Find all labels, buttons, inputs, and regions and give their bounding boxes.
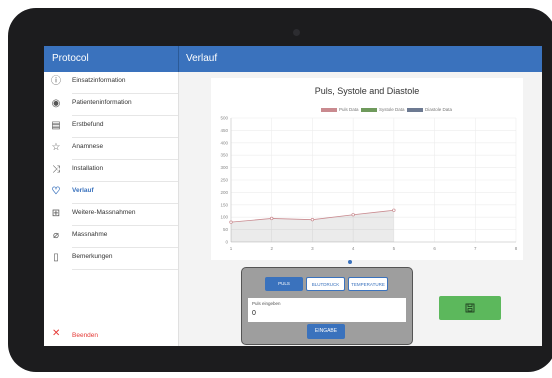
sidebar: ⓘ Einsatzinformation ◉ Patienteninformat… <box>44 72 179 346</box>
sidebar-item-label: Weitere-Massnahmen <box>72 209 136 216</box>
sidebar-header: Protocol <box>44 46 179 72</box>
save-icon <box>465 303 475 313</box>
y-tick-label: 500 <box>220 116 228 121</box>
sidebar-item-label: Anamnese <box>72 143 104 150</box>
sidebar-item-label: Verlauf <box>72 187 94 194</box>
plus-box-icon: ⊞ <box>51 208 61 219</box>
y-tick-label: 400 <box>220 140 228 145</box>
sidebar-item-installation[interactable]: ⤨ Installation <box>44 160 178 182</box>
chart-card: Puls, Systole and Diastole Puls Data Sys… <box>211 78 523 260</box>
divider <box>72 269 178 270</box>
sidebar-item-label: Erstbefund <box>72 121 104 128</box>
legend-item-puls: Puls Data <box>321 107 359 112</box>
data-point <box>229 220 233 224</box>
y-tick-label: 200 <box>220 190 228 195</box>
tab-puls[interactable]: PULS <box>265 277 303 291</box>
sidebar-item-label: Einsatzinformation <box>72 77 126 84</box>
exit-label: Beenden <box>72 332 99 339</box>
x-tick-label: 3 <box>311 246 314 251</box>
line-chart: 0 50 100 150 200 250 300 350 400 450 500 1 2 3 4 5 6 7 8 <box>220 116 518 252</box>
y-tick-label: 350 <box>220 153 228 158</box>
sidebar-item-patienteninformation[interactable]: ◉ Patienteninformation <box>44 94 178 116</box>
legend-swatch <box>321 107 337 112</box>
y-tick-label: 300 <box>220 165 228 170</box>
y-tick-label: 0 <box>225 240 228 245</box>
puls-input-label: Puls eingeben <box>252 301 281 306</box>
legend-item-systole: Systole Data <box>361 107 405 112</box>
info-icon: ⓘ <box>51 76 61 87</box>
close-icon: ✕ <box>52 328 61 339</box>
eingabe-button[interactable]: EINGABE <box>307 324 345 339</box>
page-title: Verlauf <box>186 53 218 64</box>
y-tick-label: 450 <box>220 128 228 133</box>
heartbeat-icon: ♡ <box>51 186 61 197</box>
sidebar-item-label: Bemerkungen <box>72 253 113 260</box>
legend-label: Diastole Data <box>425 107 453 112</box>
data-point <box>270 216 274 221</box>
y-tick-label: 50 <box>223 227 229 232</box>
x-tick-label: 8 <box>515 246 518 251</box>
sidebar-item-label: Massnahme <box>72 231 108 238</box>
document-icon: ▯ <box>53 252 59 263</box>
puls-input-value[interactable]: 0 <box>252 310 256 317</box>
clipboard-icon: ▤ <box>51 120 61 131</box>
save-button[interactable] <box>439 296 501 320</box>
data-point <box>310 218 315 222</box>
shuffle-icon: ⤨ <box>52 164 60 175</box>
sidebar-item-erstbefund[interactable]: ▤ Erstbefund <box>44 116 178 138</box>
y-tick-label: 250 <box>220 178 228 183</box>
y-tick-label: 100 <box>220 215 228 220</box>
sidebar-item-anamnese[interactable]: ☆ Anamnese <box>44 138 178 160</box>
sidebar-item-label: Patienteninformation <box>72 99 132 106</box>
sidebar-item-einsatzinformation[interactable]: ⓘ Einsatzinformation <box>44 72 178 94</box>
sidebar-item-bemerkungen[interactable]: ▯ Bemerkungen <box>44 248 178 270</box>
bandage-icon: ⌀ <box>52 230 60 241</box>
x-tick-label: 5 <box>393 246 396 251</box>
chart-title: Puls, Systole and Diastole <box>314 86 420 96</box>
sidebar-item-weitere-massnahmen[interactable]: ⊞ Weitere-Massnahmen <box>44 204 178 226</box>
sidebar-item-verlauf[interactable]: ♡ Verlauf <box>44 182 178 204</box>
exit-button[interactable]: ✕ Beenden <box>44 327 178 345</box>
x-tick-label: 1 <box>230 246 233 251</box>
top-bar: Protocol Verlauf <box>44 46 542 72</box>
legend-label: Systole Data <box>379 107 405 112</box>
person-icon: ◉ <box>51 98 61 109</box>
data-point <box>351 213 355 217</box>
app-title: Protocol <box>52 53 89 64</box>
tab-blutdruck[interactable]: BLUTDRUCK <box>306 277 345 291</box>
app-screen: Protocol Verlauf ⓘ Einsatzinformation ◉ … <box>44 46 542 346</box>
page-indicator-dot[interactable] <box>348 260 352 264</box>
puls-input-field[interactable]: Puls eingeben 0 <box>248 298 406 322</box>
legend-label: Puls Data <box>339 107 359 112</box>
sidebar-item-massnahme[interactable]: ⌀ Massnahme <box>44 226 178 248</box>
tab-temperature[interactable]: TEMPERATURE <box>348 277 388 291</box>
legend-swatch <box>361 107 377 112</box>
star-icon: ☆ <box>51 142 61 153</box>
data-point <box>392 208 396 212</box>
input-panel: PULS BLUTDRUCK TEMPERATURE Puls eingeben… <box>241 267 413 345</box>
x-tick-label: 4 <box>352 246 355 251</box>
main-content: Puls, Systole and Diastole Puls Data Sys… <box>179 72 542 346</box>
x-tick-label: 6 <box>433 246 436 251</box>
sidebar-item-label: Installation <box>72 165 104 172</box>
legend-swatch <box>407 107 423 112</box>
x-tick-label: 2 <box>270 246 273 251</box>
legend-item-diastole: Diastole Data <box>407 107 452 112</box>
x-tick-label: 7 <box>474 246 477 251</box>
camera-dot <box>293 29 300 36</box>
y-tick-label: 150 <box>220 202 228 207</box>
